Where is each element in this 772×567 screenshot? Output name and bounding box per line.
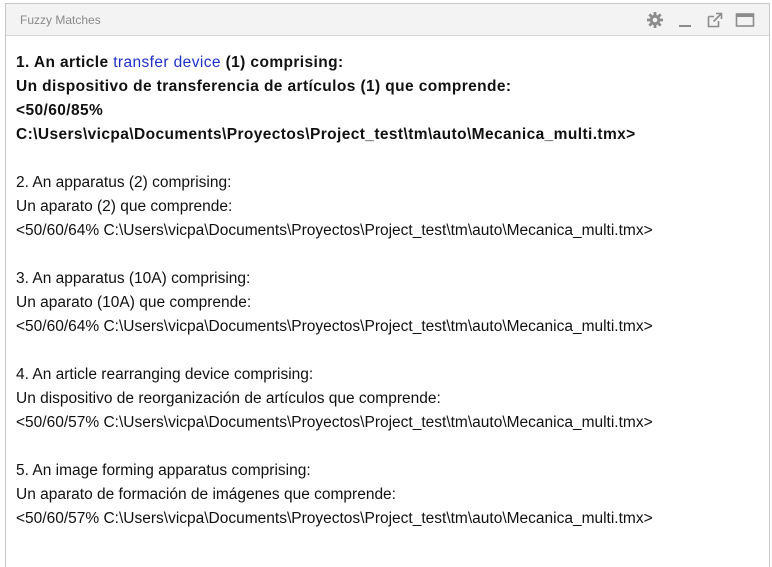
match-source: 1. An article transfer device (1) compri…: [16, 51, 761, 75]
match-target: Un dispositivo de reorganización de artí…: [16, 390, 441, 407]
panel-titlebar: Fuzzy Matches: [6, 4, 769, 36]
match-source-prefix: 1. An article: [16, 54, 114, 71]
fuzzy-match-item-2[interactable]: 2. An apparatus (2) comprising: Un apara…: [16, 171, 761, 243]
match-info: <50/60/57% C:\Users\vicpa\Documents\Proy…: [16, 414, 653, 431]
maximize-icon[interactable]: [735, 10, 755, 30]
match-source: 2. An apparatus (2) comprising:: [16, 174, 232, 191]
fuzzy-matches-panel: Fuzzy Matches 1. An article transfer dev…: [5, 3, 770, 567]
panel-toolbar: [645, 10, 755, 30]
match-source: 4. An article rearranging device compris…: [16, 366, 314, 383]
fuzzy-match-item-5[interactable]: 5. An image forming apparatus comprising…: [16, 459, 761, 531]
match-source-highlight: transfer device: [113, 54, 221, 71]
match-info: <50/60/57% C:\Users\vicpa\Documents\Proy…: [16, 510, 653, 527]
match-source-suffix: (1) comprising:: [220, 54, 344, 71]
panel-title: Fuzzy Matches: [20, 13, 101, 27]
match-source: 3. An apparatus (10A) comprising:: [16, 270, 251, 287]
match-info: <50/60/64% C:\Users\vicpa\Documents\Proy…: [16, 222, 653, 239]
match-target: Un aparato (2) que comprende:: [16, 198, 233, 215]
fuzzy-match-item-4[interactable]: 4. An article rearranging device compris…: [16, 363, 761, 435]
match-info: <50/60/64% C:\Users\vicpa\Documents\Proy…: [16, 318, 653, 335]
match-source: 5. An image forming apparatus comprising…: [16, 462, 311, 479]
match-score: <50/60/85%: [16, 102, 104, 119]
gear-icon[interactable]: [645, 10, 665, 30]
match-target: Un aparato de formación de imágenes que …: [16, 486, 396, 503]
minimize-icon[interactable]: [675, 10, 695, 30]
popout-icon[interactable]: [705, 10, 725, 30]
fuzzy-match-item-3[interactable]: 3. An apparatus (10A) comprising: Un apa…: [16, 267, 761, 339]
match-file-path: C:\Users\vicpa\Documents\Proyectos\Proje…: [16, 126, 636, 143]
match-target: Un aparato (10A) que comprende:: [16, 294, 252, 311]
matches-list: 1. An article transfer device (1) compri…: [16, 51, 761, 555]
match-target: Un dispositivo de transferencia de artíc…: [16, 78, 512, 95]
fuzzy-match-item-1[interactable]: 1. An article transfer device (1) compri…: [16, 51, 761, 147]
